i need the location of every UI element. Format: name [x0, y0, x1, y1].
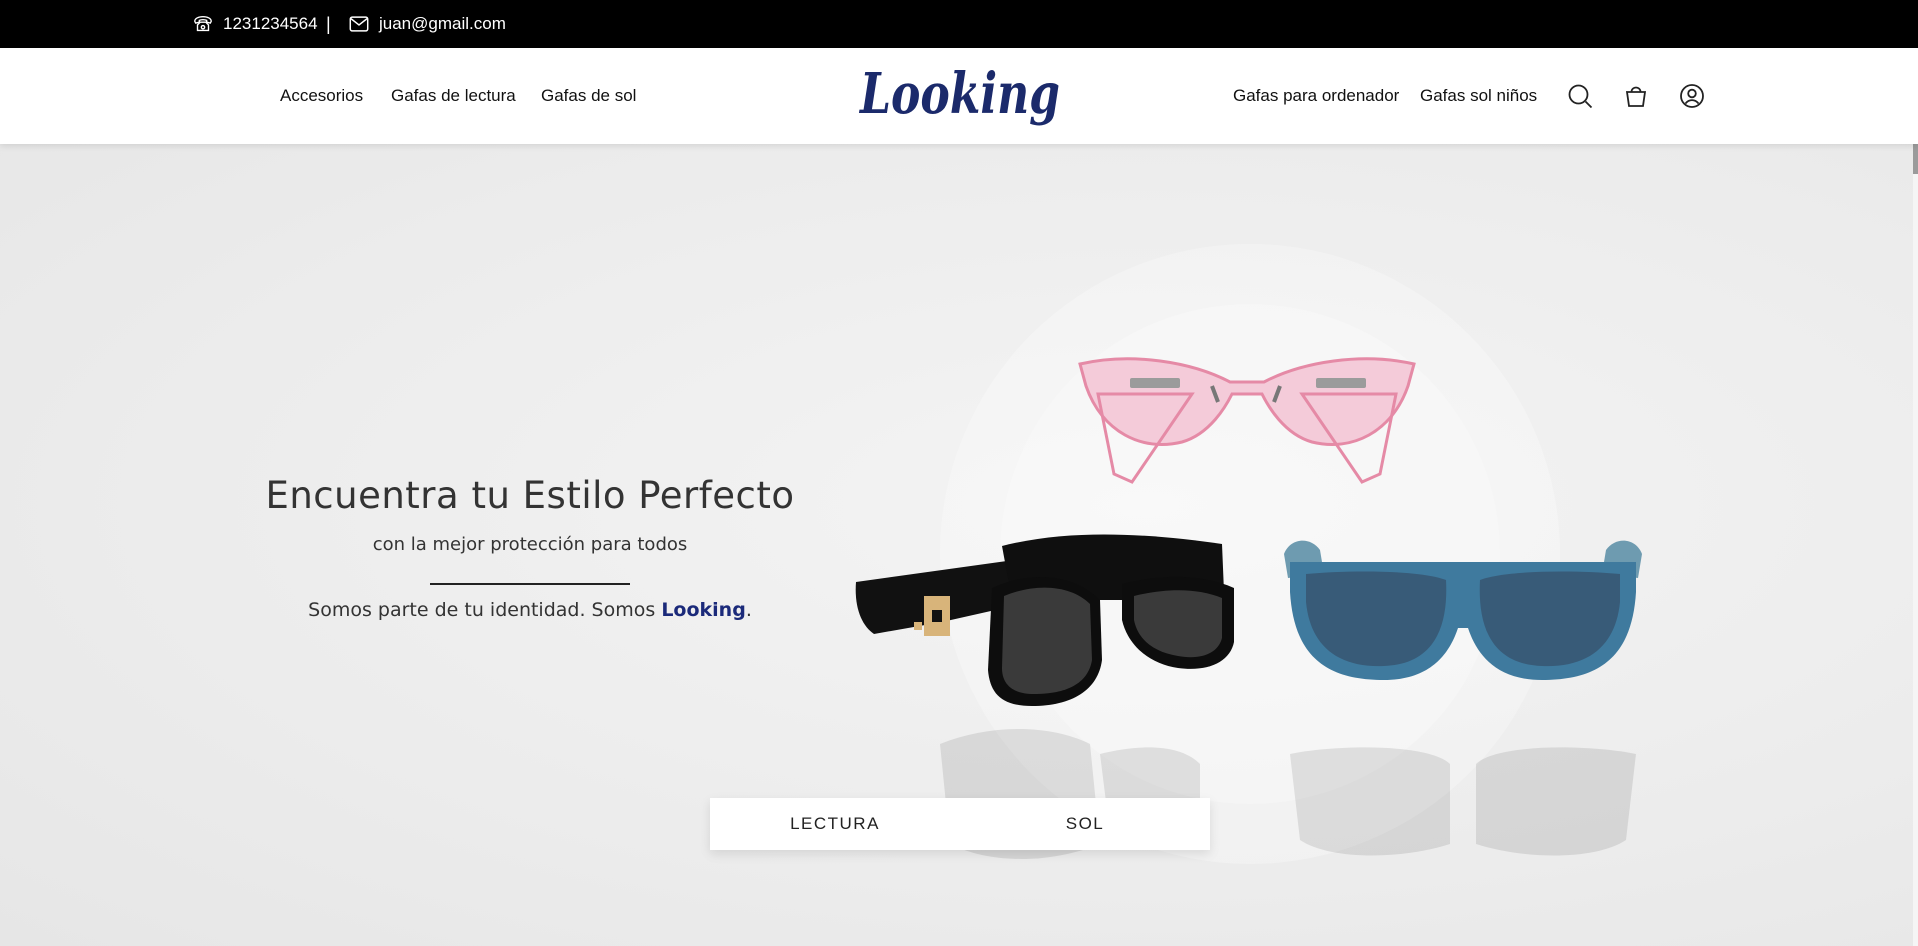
- top-contact-bar: 1231234564 | juan@gmail.com: [0, 0, 1918, 48]
- tab-sol[interactable]: SOL: [960, 798, 1210, 850]
- looking-logo[interactable]: Looking: [858, 58, 1064, 134]
- phone-icon: [194, 15, 212, 32]
- email-contact[interactable]: juan@gmail.com: [348, 0, 506, 48]
- blue-sunglasses-reflection: [1290, 747, 1636, 856]
- scrollbar-track[interactable]: [1913, 48, 1918, 946]
- logo-text: Looking: [858, 61, 1060, 127]
- black-square-sunglasses-image[interactable]: [852, 530, 1240, 710]
- phone-contact[interactable]: 1231234564: [192, 0, 318, 48]
- tab-lectura[interactable]: LECTURA: [710, 798, 960, 850]
- nav-accesorios[interactable]: Accesorios: [280, 48, 363, 144]
- shopping-bag-icon[interactable]: [1622, 82, 1650, 110]
- nav-gafas-de-sol[interactable]: Gafas de sol: [541, 48, 636, 144]
- nav-gafas-de-lectura[interactable]: Gafas de lectura: [391, 48, 516, 144]
- email-address: juan@gmail.com: [379, 14, 506, 33]
- phone-number: 1231234564: [223, 14, 318, 33]
- nav-gafas-sol-ninos[interactable]: Gafas sol niños: [1420, 48, 1537, 144]
- hero-title: Encuentra tu Estilo Perfecto: [265, 474, 795, 517]
- search-icon[interactable]: [1566, 82, 1594, 110]
- nav-gafas-para-ordenador[interactable]: Gafas para ordenador: [1233, 48, 1399, 144]
- hero-tagline: Somos parte de tu identidad. Somos Looki…: [250, 599, 810, 621]
- user-icon[interactable]: [1678, 82, 1706, 110]
- envelope-icon: [349, 16, 369, 32]
- hero-subtitle: con la mejor protección para todos: [372, 534, 688, 555]
- tagline-brand: Looking: [661, 599, 746, 621]
- category-tabs: LECTURA SOL: [710, 798, 1210, 850]
- hero-section: Encuentra tu Estilo Perfecto con la mejo…: [0, 144, 1913, 946]
- tagline-prefix: Somos parte de tu identidad. Somos: [308, 599, 662, 621]
- blue-sunglasses-image[interactable]: [1280, 532, 1646, 688]
- hero-divider: [430, 583, 630, 585]
- tagline-suffix: .: [745, 599, 752, 621]
- contact-separator: |: [326, 13, 331, 34]
- main-header: Accesorios Gafas de lectura Gafas de sol…: [0, 48, 1918, 144]
- pink-reading-glasses-image[interactable]: [1072, 354, 1422, 494]
